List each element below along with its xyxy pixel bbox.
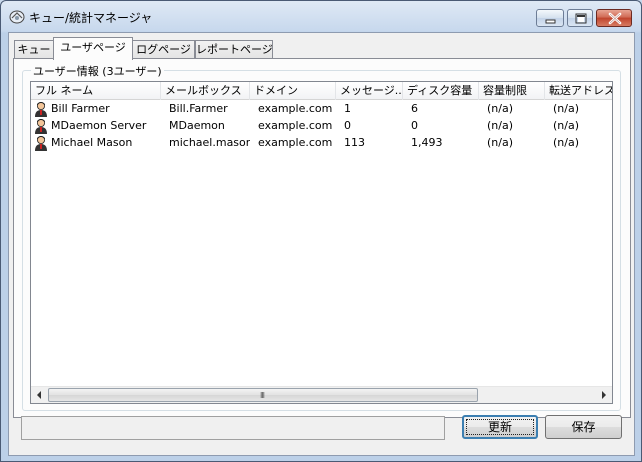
cell-domain: example.com bbox=[258, 102, 333, 115]
cell-disk-space: 6 bbox=[411, 102, 418, 115]
user-list[interactable]: フル ネーム メールボックス ドメイン メッセージ... ディスク容量 容量制限… bbox=[30, 81, 613, 404]
cell-mailbox: MDaemon bbox=[169, 119, 225, 132]
maximize-icon bbox=[575, 13, 587, 24]
cell-domain: example.com bbox=[258, 119, 333, 132]
column-mailbox[interactable]: メールボックス bbox=[161, 82, 250, 100]
minimize-button[interactable] bbox=[536, 9, 564, 27]
column-messages[interactable]: メッセージ... bbox=[336, 82, 403, 100]
close-button[interactable] bbox=[596, 9, 632, 27]
cell-disk-space: 0 bbox=[411, 119, 418, 132]
user-row[interactable]: Michael Mason michael.mason example.com … bbox=[31, 135, 612, 152]
cell-quota: (n/a) bbox=[487, 119, 514, 132]
tab-report-page[interactable]: レポートページ bbox=[195, 40, 273, 59]
app-icon bbox=[9, 10, 25, 24]
column-forward-address[interactable]: 転送アドレス bbox=[545, 82, 612, 100]
grip-icon: III bbox=[259, 391, 265, 400]
save-button-label: 保存 bbox=[571, 420, 596, 434]
cell-disk-space: 1,493 bbox=[411, 136, 443, 149]
cell-messages: 113 bbox=[344, 136, 365, 149]
scroll-left-button[interactable] bbox=[31, 387, 48, 403]
cell-messages: 0 bbox=[344, 119, 351, 132]
cell-forward-address: (n/a) bbox=[553, 102, 580, 115]
column-domain[interactable]: ドメイン bbox=[250, 82, 336, 100]
user-list-header: フル ネーム メールボックス ドメイン メッセージ... ディスク容量 容量制限… bbox=[31, 82, 612, 100]
column-disk-space[interactable]: ディスク容量 bbox=[403, 82, 479, 100]
tab-queue[interactable]: キュー bbox=[14, 40, 54, 59]
status-field bbox=[21, 416, 445, 440]
scroll-thumb[interactable]: III bbox=[48, 388, 478, 402]
window-client-area: キュー ユーザページ ログページ レポートページ ユーザー情報 (3ユーザー) … bbox=[8, 32, 635, 456]
cell-quota: (n/a) bbox=[487, 102, 514, 115]
arrow-right-icon bbox=[602, 391, 606, 399]
cell-mailbox: Bill.Farmer bbox=[169, 102, 228, 115]
cell-quota: (n/a) bbox=[487, 136, 514, 149]
user-row[interactable]: Bill Farmer Bill.Farmer example.com 1 6 … bbox=[31, 101, 612, 118]
cell-messages: 1 bbox=[344, 102, 351, 115]
user-info-group-title: ユーザー情報 (3ユーザー) bbox=[31, 63, 164, 79]
column-quota[interactable]: 容量制限 bbox=[479, 82, 545, 100]
user-row[interactable]: MDaemon Server MDaemon example.com 0 0 (… bbox=[31, 118, 612, 135]
cell-full-name: MDaemon Server bbox=[51, 119, 147, 132]
user-info-group: ユーザー情報 (3ユーザー) フル ネーム メールボックス ドメイン メッセージ… bbox=[22, 63, 621, 411]
user-page-panel: ユーザー情報 (3ユーザー) フル ネーム メールボックス ドメイン メッセージ… bbox=[13, 58, 631, 418]
cell-mailbox: michael.mason bbox=[169, 136, 250, 149]
minimize-icon bbox=[545, 19, 556, 24]
tab-user-page[interactable]: ユーザページ bbox=[53, 37, 133, 60]
cell-forward-address: (n/a) bbox=[553, 119, 580, 132]
cell-full-name: Michael Mason bbox=[51, 136, 133, 149]
cell-forward-address: (n/a) bbox=[553, 136, 580, 149]
refresh-button[interactable]: 更新 bbox=[462, 415, 538, 439]
tab-log-page[interactable]: ログページ bbox=[132, 40, 195, 59]
save-button[interactable]: 保存 bbox=[545, 415, 622, 439]
refresh-button-label: 更新 bbox=[487, 420, 512, 434]
cell-domain: example.com bbox=[258, 136, 333, 149]
scroll-right-button[interactable] bbox=[595, 387, 612, 403]
arrow-left-icon bbox=[37, 391, 41, 399]
horizontal-scrollbar[interactable]: III bbox=[31, 386, 612, 403]
queue-stats-manager-window: キュー/統計マネージャ キュー ユーザページ ログページ レポートページ ユーザ… bbox=[0, 0, 642, 462]
title-bar[interactable]: キュー/統計マネージャ bbox=[1, 1, 641, 33]
cell-full-name: Bill Farmer bbox=[51, 102, 110, 115]
close-icon bbox=[608, 12, 622, 25]
column-full-name[interactable]: フル ネーム bbox=[31, 82, 161, 100]
maximize-button[interactable] bbox=[567, 9, 593, 27]
window-title: キュー/統計マネージャ bbox=[29, 11, 153, 25]
